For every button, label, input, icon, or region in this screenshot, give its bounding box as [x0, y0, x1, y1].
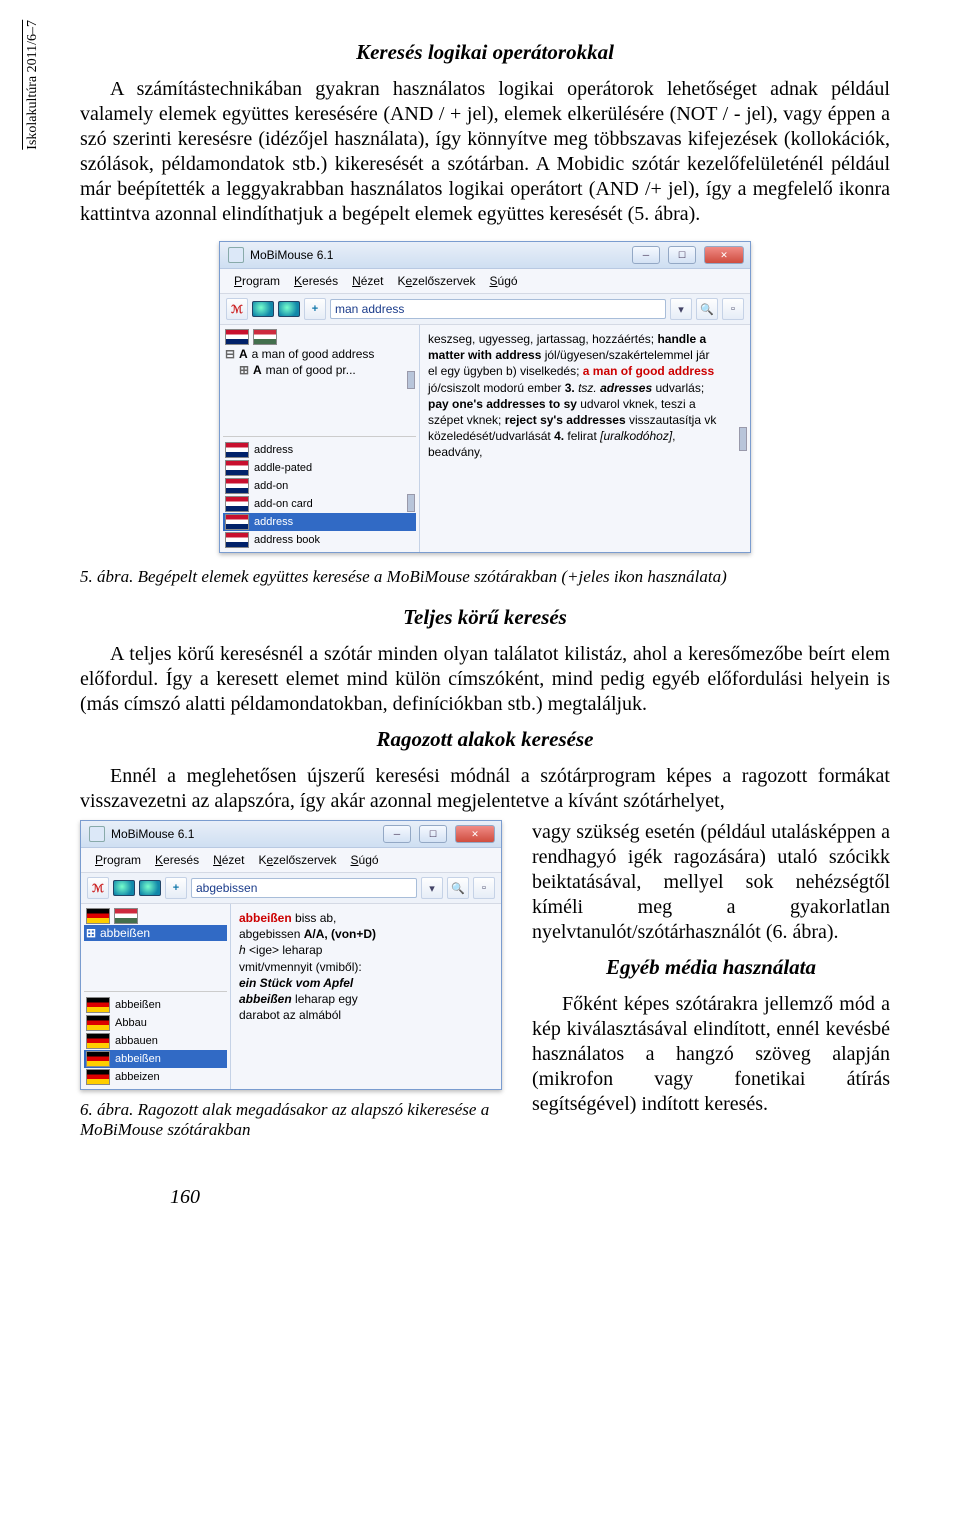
heading-3: Ragozott alakok keresése — [80, 727, 890, 752]
menu-item[interactable]: Program — [228, 273, 286, 289]
find-button[interactable]: 🔍 — [447, 877, 469, 899]
lang-to-icon[interactable] — [139, 880, 161, 896]
menu-item[interactable]: Kezelőszervek — [391, 273, 481, 289]
list-item[interactable]: ⊞Aman of good pr... — [223, 362, 416, 378]
scroll-thumb[interactable] — [407, 371, 415, 389]
maximize-button[interactable]: ☐ — [419, 825, 447, 843]
window-title: MoBiMouse 6.1 — [250, 248, 333, 262]
uk-flag-icon — [225, 532, 249, 548]
uk-flag-icon — [225, 442, 249, 458]
search-input[interactable]: abgebissen — [191, 878, 417, 898]
uk-flag-icon — [225, 478, 249, 494]
plus-operator-button[interactable]: + — [165, 877, 187, 899]
minimize-button[interactable]: ─ — [632, 246, 660, 264]
paragraph-4: Főként képes szótárakra jellemző mód a k… — [532, 992, 890, 1117]
minimize-button[interactable]: ─ — [383, 825, 411, 843]
list-item[interactable]: address book — [223, 531, 416, 549]
de-flag-icon — [86, 997, 110, 1013]
page-number: 160 — [170, 1186, 890, 1209]
lang-from-icon[interactable] — [252, 301, 274, 317]
dropdown-button[interactable]: ▾ — [421, 877, 443, 899]
list-item[interactable]: Abbau — [84, 1014, 227, 1032]
list-item[interactable]: addle-pated — [223, 459, 416, 477]
paragraph-2: A teljes körű keresésnél a szótár minden… — [80, 642, 890, 717]
figure-caption-5: 5. ábra. Begépelt elemek együttes keresé… — [80, 567, 890, 587]
menu-item[interactable]: Kezelőszervek — [252, 852, 342, 868]
paragraph-3: Ennél a meglehetősen újszerű keresési mó… — [80, 764, 890, 814]
uk-flag-icon — [225, 514, 249, 530]
definition-pane: abbeißen biss ab,abgebissen A/A, (von+D)… — [231, 904, 501, 1089]
list-item[interactable] — [84, 907, 227, 925]
list-item[interactable]: add-on — [223, 477, 416, 495]
figure-caption-6: 6. ábra. Ragozott alak megadásakor az al… — [80, 1100, 510, 1140]
uk-flag-icon — [225, 329, 249, 345]
menu-item[interactable]: Súgó — [484, 273, 524, 289]
menu-item[interactable]: Keresés — [288, 273, 344, 289]
hu-flag-icon — [253, 329, 277, 345]
menu-item[interactable]: Nézet — [207, 852, 250, 868]
list-item[interactable]: abbeißen — [84, 996, 227, 1014]
app-icon — [89, 826, 105, 842]
menu-item[interactable]: Súgó — [345, 852, 385, 868]
menu-item[interactable]: Nézet — [346, 273, 389, 289]
scroll-thumb[interactable] — [407, 494, 415, 512]
list-item[interactable]: abbauen — [84, 1032, 227, 1050]
app-icon — [228, 247, 244, 263]
extra-button[interactable]: ▫ — [473, 877, 495, 899]
de-flag-icon — [86, 1069, 110, 1085]
list-item[interactable]: add-on card — [223, 495, 416, 513]
maximize-button[interactable]: ☐ — [668, 246, 696, 264]
definition-pane: keszseg, ugyesseg, jartassag, hozzáértés… — [420, 325, 736, 552]
de-flag-icon — [86, 908, 110, 924]
paragraph-1: A számítástechnikában gyakran használato… — [80, 77, 890, 227]
list-item-selected[interactable]: abbeißen — [84, 1050, 227, 1068]
list-item[interactable]: ⊟Aa man of good address — [223, 346, 416, 362]
heading-4: Egyéb média használata — [532, 955, 890, 980]
uk-flag-icon — [225, 460, 249, 476]
scroll-thumb[interactable] — [739, 427, 747, 451]
de-flag-icon — [86, 1051, 110, 1067]
logo-button[interactable]: ℳ — [226, 298, 248, 320]
list-item-selected[interactable]: ⊞abbeißen — [84, 925, 227, 941]
de-flag-icon — [86, 1015, 110, 1031]
menu-bar[interactable]: Program Keresés Nézet Kezelőszervek Súgó — [81, 848, 501, 872]
journal-label: Iskolakultúra 2011/6–7 — [22, 20, 41, 150]
dropdown-button[interactable]: ▾ — [670, 298, 692, 320]
de-flag-icon — [86, 1033, 110, 1049]
menu-bar[interactable]: Program Keresés Nézet Kezelőszervek Súgó — [220, 269, 750, 293]
menu-item[interactable]: Program — [89, 852, 147, 868]
lang-to-icon[interactable] — [278, 301, 300, 317]
close-button[interactable]: ✕ — [455, 825, 495, 843]
window-title: MoBiMouse 6.1 — [111, 827, 194, 841]
heading-1: Keresés logikai operátorokkal — [80, 40, 890, 65]
hu-flag-icon — [114, 908, 138, 924]
search-input[interactable]: man address — [330, 299, 666, 319]
list-item-selected[interactable]: address — [223, 513, 416, 531]
uk-flag-icon — [225, 496, 249, 512]
paragraph-3b: vagy szükség esetén (például utalásképpe… — [532, 820, 890, 945]
menu-item[interactable]: Keresés — [149, 852, 205, 868]
heading-2: Teljes körű keresés — [80, 605, 890, 630]
close-button[interactable]: ✕ — [704, 246, 744, 264]
extra-button[interactable]: ▫ — [722, 298, 744, 320]
find-button[interactable]: 🔍 — [696, 298, 718, 320]
list-item[interactable]: address — [223, 441, 416, 459]
plus-operator-button[interactable]: + — [304, 298, 326, 320]
logo-button[interactable]: ℳ — [87, 877, 109, 899]
lang-from-icon[interactable] — [113, 880, 135, 896]
list-item[interactable] — [223, 328, 416, 346]
list-item[interactable]: abbeizen — [84, 1068, 227, 1086]
